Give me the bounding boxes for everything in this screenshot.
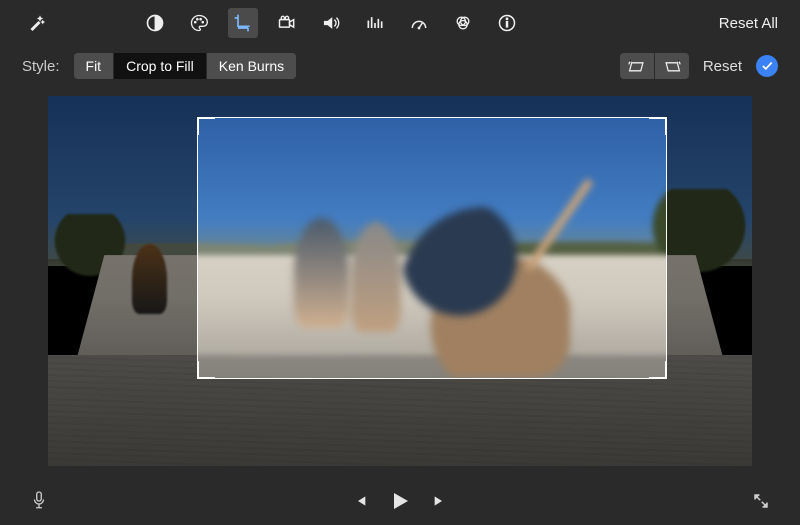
fullscreen-button[interactable]: [752, 492, 770, 510]
crop-options-bar: Style: Fit Crop to Fill Ken Burns Reset: [0, 46, 800, 86]
segment-fit[interactable]: Fit: [74, 53, 115, 79]
color-tool[interactable]: [184, 8, 214, 38]
skip-back-icon: [352, 493, 368, 509]
crop-handle-bl[interactable]: [197, 361, 215, 379]
playback-bar: [0, 476, 800, 525]
info-tool[interactable]: [492, 8, 522, 38]
fullscreen-icon: [752, 492, 770, 510]
contrast-tool[interactable]: [140, 8, 170, 38]
skip-forward-icon: [432, 493, 448, 509]
crop-style-segmented: Fit Crop to Fill Ken Burns: [74, 53, 297, 79]
speed-tool[interactable]: [404, 8, 434, 38]
next-frame-button[interactable]: [432, 493, 448, 509]
crop-rectangle[interactable]: [198, 118, 666, 378]
rotate-cw-icon: [662, 58, 682, 74]
previous-frame-button[interactable]: [352, 493, 368, 509]
magic-wand-tool[interactable]: [22, 8, 52, 38]
video-camera-icon: [277, 13, 297, 33]
palette-icon: [189, 13, 209, 33]
rotate-ccw-button[interactable]: [620, 53, 654, 79]
play-button[interactable]: [388, 489, 412, 513]
reset-button[interactable]: Reset: [703, 58, 742, 75]
volume-icon: [321, 13, 341, 33]
overlapping-circles-icon: [453, 13, 473, 33]
rotate-ccw-icon: [627, 58, 647, 74]
equalizer-tool[interactable]: [360, 8, 390, 38]
info-icon: [497, 13, 517, 33]
volume-tool[interactable]: [316, 8, 346, 38]
crop-handle-tl[interactable]: [197, 117, 215, 135]
checkmark-icon: [760, 59, 774, 73]
voiceover-button[interactable]: [30, 490, 48, 512]
crop-icon: [233, 13, 253, 33]
contrast-icon: [145, 13, 165, 33]
top-toolbar: Reset All: [0, 0, 800, 46]
equalizer-icon: [365, 13, 385, 33]
crop-tool[interactable]: [228, 8, 258, 38]
speedometer-icon: [409, 13, 429, 33]
viewer-container: [0, 86, 800, 476]
magic-wand-icon: [28, 14, 46, 32]
play-icon: [388, 489, 412, 513]
camera-tool[interactable]: [272, 8, 302, 38]
style-label: Style:: [22, 58, 60, 75]
crop-handle-tr[interactable]: [649, 117, 667, 135]
apply-crop-button[interactable]: [756, 55, 778, 77]
segment-crop-to-fill[interactable]: Crop to Fill: [114, 53, 207, 79]
color-balance-tool[interactable]: [448, 8, 478, 38]
rotate-group: [620, 53, 689, 79]
segment-ken-burns[interactable]: Ken Burns: [207, 53, 296, 79]
microphone-icon: [30, 490, 48, 512]
playback-controls: [352, 489, 448, 513]
reset-all-button[interactable]: Reset All: [719, 15, 778, 32]
rotate-cw-button[interactable]: [655, 53, 689, 79]
video-viewer[interactable]: [48, 96, 752, 466]
crop-handle-br[interactable]: [649, 361, 667, 379]
